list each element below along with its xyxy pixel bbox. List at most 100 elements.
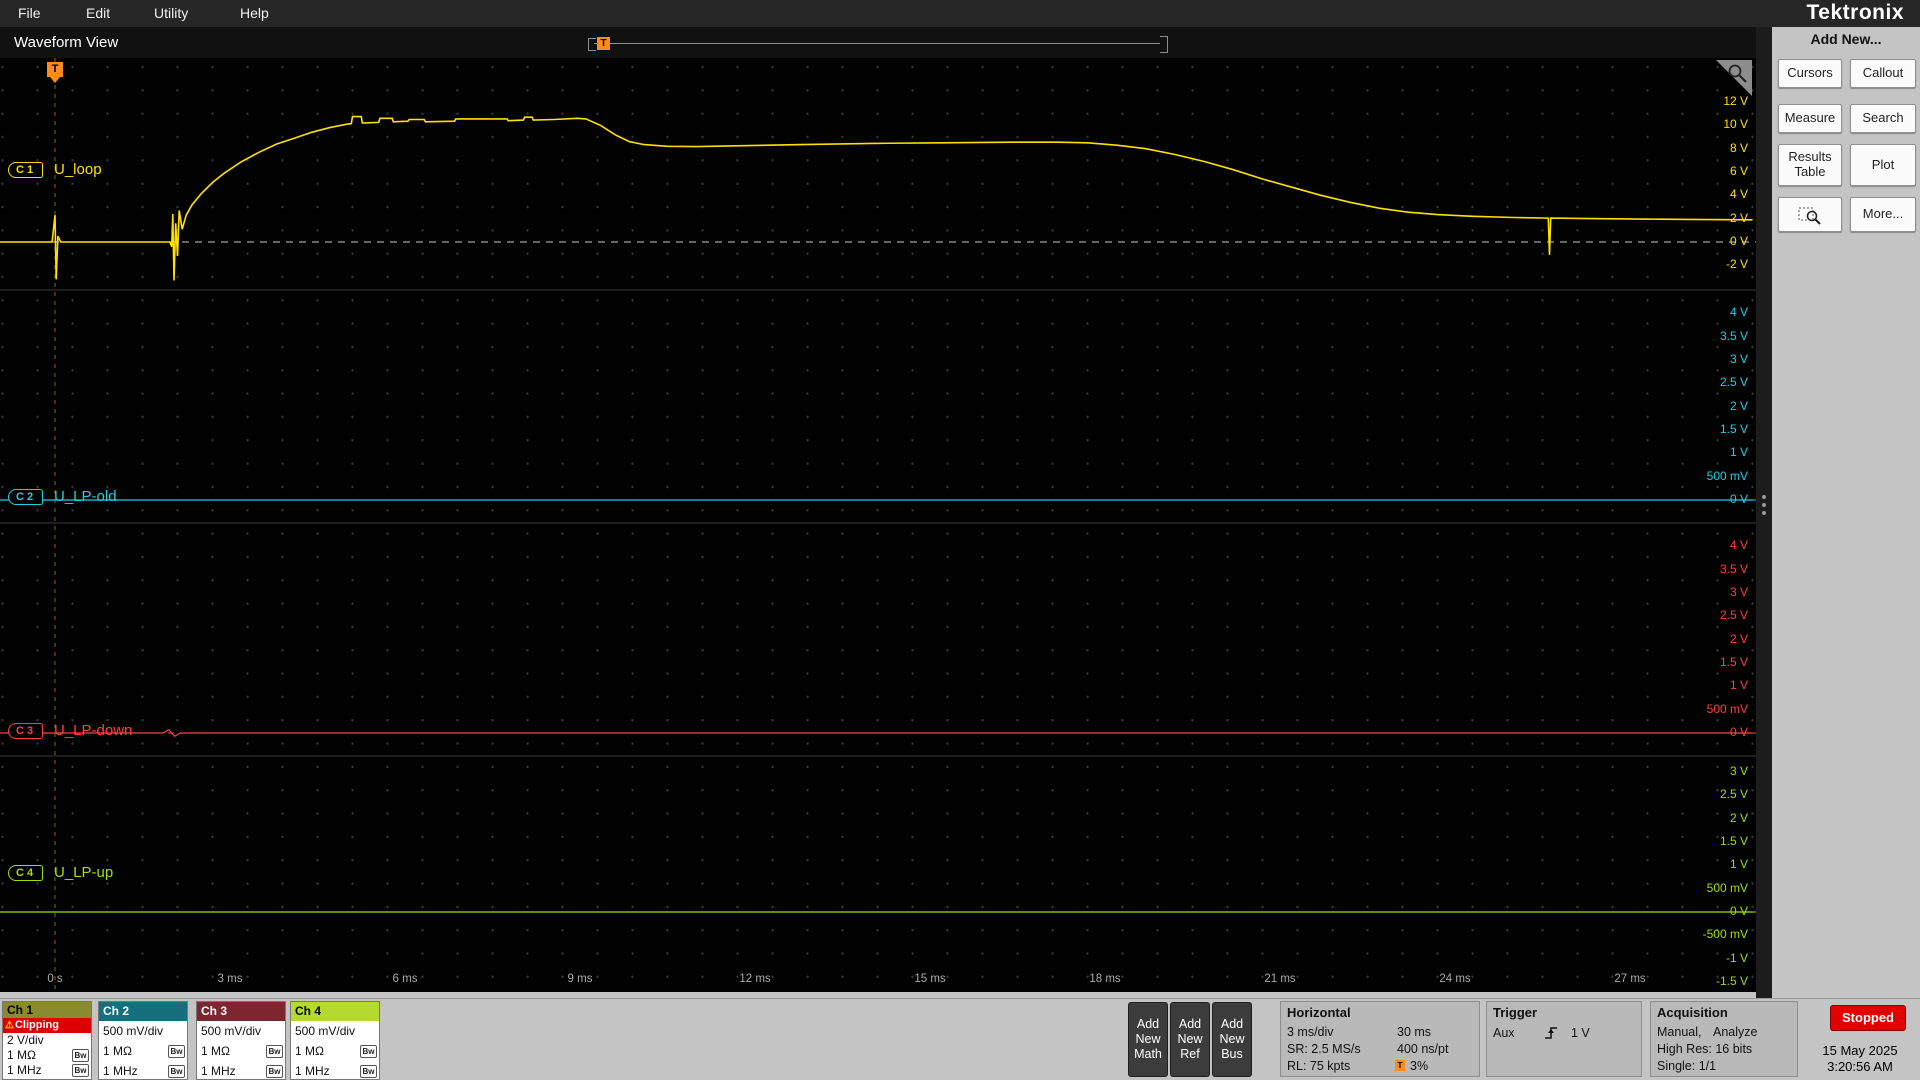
menu-edit[interactable]: Edit <box>78 0 118 27</box>
bandwidth-badge-icon: Bw <box>168 1065 185 1078</box>
ch1-impedance: 1 MΩ Bw <box>3 1048 91 1063</box>
trigger-position-icon: T <box>1395 1060 1405 1071</box>
right-panel: Add New... Cursors Callout Measure Searc… <box>1772 27 1920 998</box>
magnifier-icon[interactable] <box>1727 63 1749 85</box>
acquisition-overview-bar[interactable]: T <box>588 36 1168 53</box>
axis-label-ch2: 2 V <box>1729 399 1748 413</box>
channel-label-ch1: U_loop <box>54 161 102 178</box>
ch1-scale: 2 V/div <box>7 1033 44 1047</box>
ch4-impedance: 1 MΩ Bw <box>291 1041 379 1061</box>
overview-left-bracket-icon <box>588 38 596 51</box>
waveform-trace-U_loop <box>0 115 1753 281</box>
rising-edge-icon <box>1545 1027 1557 1039</box>
waveform-trace-U_LP-down <box>0 728 1753 738</box>
time-tick-label: 0 s <box>47 973 63 985</box>
trigger-source: Aux <box>1493 1026 1515 1040</box>
channel-badge-ch3[interactable]: C 3 <box>8 723 44 739</box>
waveform-display[interactable]: T C 1 U_loop C 2 U_LP-old C 3 U_LP-down … <box>0 58 1756 992</box>
horizontal-record-length: RL: 75 kpts <box>1287 1059 1351 1073</box>
axis-label-ch3: 3.5 V <box>1719 562 1748 576</box>
axis-label-ch2: 3 V <box>1729 352 1748 366</box>
panel-resize-handle-icon[interactable] <box>1761 495 1767 521</box>
channel-label-ch3: U_LP-down <box>54 722 133 739</box>
horizontal-scale: 3 ms/div <box>1287 1025 1334 1039</box>
axis-label-ch2: 2.5 V <box>1719 375 1748 389</box>
ch4-scale: 500 mV/div <box>295 1024 356 1038</box>
add-new-title: Add New... <box>1810 31 1882 47</box>
trigger-panel[interactable]: Trigger Aux 1 V <box>1486 1001 1642 1077</box>
channel-card-header-ch3: Ch 3 <box>197 1002 285 1021</box>
channel-card-ch4[interactable]: Ch 4 500 mV/div 1 MΩ Bw 1 MHz Bw <box>290 1001 380 1080</box>
waveform-traces <box>0 115 1753 913</box>
channel-card-ch2[interactable]: Ch 2 500 mV/div 1 MΩ Bw 1 MHz Bw <box>98 1001 188 1080</box>
axis-label-ch2: 1 V <box>1729 445 1748 459</box>
axis-label-ch1: 4 V <box>1729 187 1748 201</box>
axis-label-ch2: 0 V <box>1729 492 1748 506</box>
axis-label-ch1: 8 V <box>1729 141 1748 155</box>
waveform-view-title: Waveform View <box>14 34 119 51</box>
trigger-flag-icon[interactable]: T <box>47 62 63 83</box>
add-new-ref-button[interactable]: Add New Ref <box>1170 1002 1210 1077</box>
ch3-bandwidth: 1 MHz Bw <box>197 1061 285 1079</box>
ch2-bandwidth: 1 MHz Bw <box>99 1061 187 1079</box>
channel-badge-ch4[interactable]: C 4 <box>8 865 44 881</box>
axis-label-ch3: 2 V <box>1729 632 1748 646</box>
datetime-display: 15 May 2025 3:20:56 AM <box>1798 1043 1920 1075</box>
trigger-title: Trigger <box>1493 1005 1538 1020</box>
axis-label-ch3: 4 V <box>1729 538 1748 552</box>
acquisition-detail: High Res: 16 bits <box>1657 1042 1753 1056</box>
axis-label-ch1: 6 V <box>1729 164 1748 178</box>
zoom-box-button[interactable] <box>1778 197 1842 232</box>
run-stop-status-button[interactable]: Stopped <box>1830 1005 1906 1031</box>
channel-label-ch2: U_LP-old <box>54 488 117 505</box>
menu-help[interactable]: Help <box>232 0 277 27</box>
acquisition-single: Single: 1/1 <box>1657 1059 1717 1073</box>
time-tick-label: 18 ms <box>1089 973 1121 985</box>
axis-label-ch1: -2 V <box>1725 257 1748 271</box>
axis-label-ch2: 3.5 V <box>1719 329 1748 343</box>
callout-button[interactable]: Callout <box>1850 59 1916 88</box>
channel-card-ch3[interactable]: Ch 3 500 mV/div 1 MΩ Bw 1 MHz Bw <box>196 1001 286 1080</box>
time-tick-label: 15 ms <box>914 973 946 985</box>
axis-label-ch4: 500 mV <box>1706 881 1748 895</box>
time-tick-label: 9 ms <box>567 973 593 985</box>
axis-label-ch3: 2.5 V <box>1719 608 1748 622</box>
horizontal-panel[interactable]: Horizontal 3 ms/div 30 ms SR: 2.5 MS/s 4… <box>1280 1001 1480 1077</box>
acquisition-panel[interactable]: Acquisition Manual, Analyze High Res: 16… <box>1650 1001 1798 1077</box>
measure-button[interactable]: Measure <box>1778 104 1842 133</box>
menu-file[interactable]: File <box>10 0 49 27</box>
time-tick-label: 21 ms <box>1264 973 1296 985</box>
results-table-button[interactable]: Results Table <box>1778 144 1842 186</box>
channel-card-ch1[interactable]: Ch 1 ⚠Clipping 2 V/div 1 MΩ Bw 1 MHz Bw <box>2 1001 92 1080</box>
channel-badge-ch1[interactable]: C 1 <box>8 162 44 178</box>
overview-trigger-marker-icon[interactable]: T <box>597 37 610 50</box>
ch1-bandwidth: 1 MHz Bw <box>3 1063 91 1078</box>
acquisition-title: Acquisition <box>1657 1005 1728 1020</box>
axis-label-ch4: -500 mV <box>1702 927 1748 941</box>
plot-button[interactable]: Plot <box>1850 144 1916 186</box>
channel-label-ch4: U_LP-up <box>54 864 114 881</box>
bandwidth-badge-icon: Bw <box>72 1049 89 1062</box>
axis-label-ch3: 0 V <box>1729 725 1748 739</box>
menu-utility[interactable]: Utility <box>146 0 196 27</box>
horizontal-title: Horizontal <box>1287 1005 1351 1020</box>
add-new-bus-button[interactable]: Add New Bus <box>1212 1002 1252 1077</box>
status-bar: Ch 1 ⚠Clipping 2 V/div 1 MΩ Bw 1 MHz Bw Ch… <box>0 998 1920 1080</box>
oscilloscope-app: File Edit Utility Help Tektronix Wavefor… <box>0 0 1920 1080</box>
horizontal-window: 30 ms <box>1397 1025 1432 1039</box>
more-button[interactable]: More... <box>1850 197 1916 232</box>
add-new-math-button[interactable]: Add New Math <box>1128 1002 1168 1077</box>
bandwidth-badge-icon: Bw <box>266 1045 283 1058</box>
axis-label-ch1: 12 V <box>1723 94 1748 108</box>
ch4-bandwidth: 1 MHz Bw <box>291 1061 379 1079</box>
clipping-warning-badge: ⚠Clipping <box>3 1018 91 1033</box>
channel-badge-ch2[interactable]: C 2 <box>8 489 44 505</box>
bandwidth-badge-icon: Bw <box>360 1065 377 1078</box>
axis-label-ch2: 1.5 V <box>1719 422 1748 436</box>
time-tick-label: 6 ms <box>392 973 418 985</box>
cursors-button[interactable]: Cursors <box>1778 59 1842 88</box>
tektronix-logo: Tektronix <box>1806 1 1904 24</box>
search-button[interactable]: Search <box>1850 104 1916 133</box>
time-tick-label: 27 ms <box>1614 973 1646 985</box>
ch2-impedance: 1 MΩ Bw <box>99 1041 187 1061</box>
